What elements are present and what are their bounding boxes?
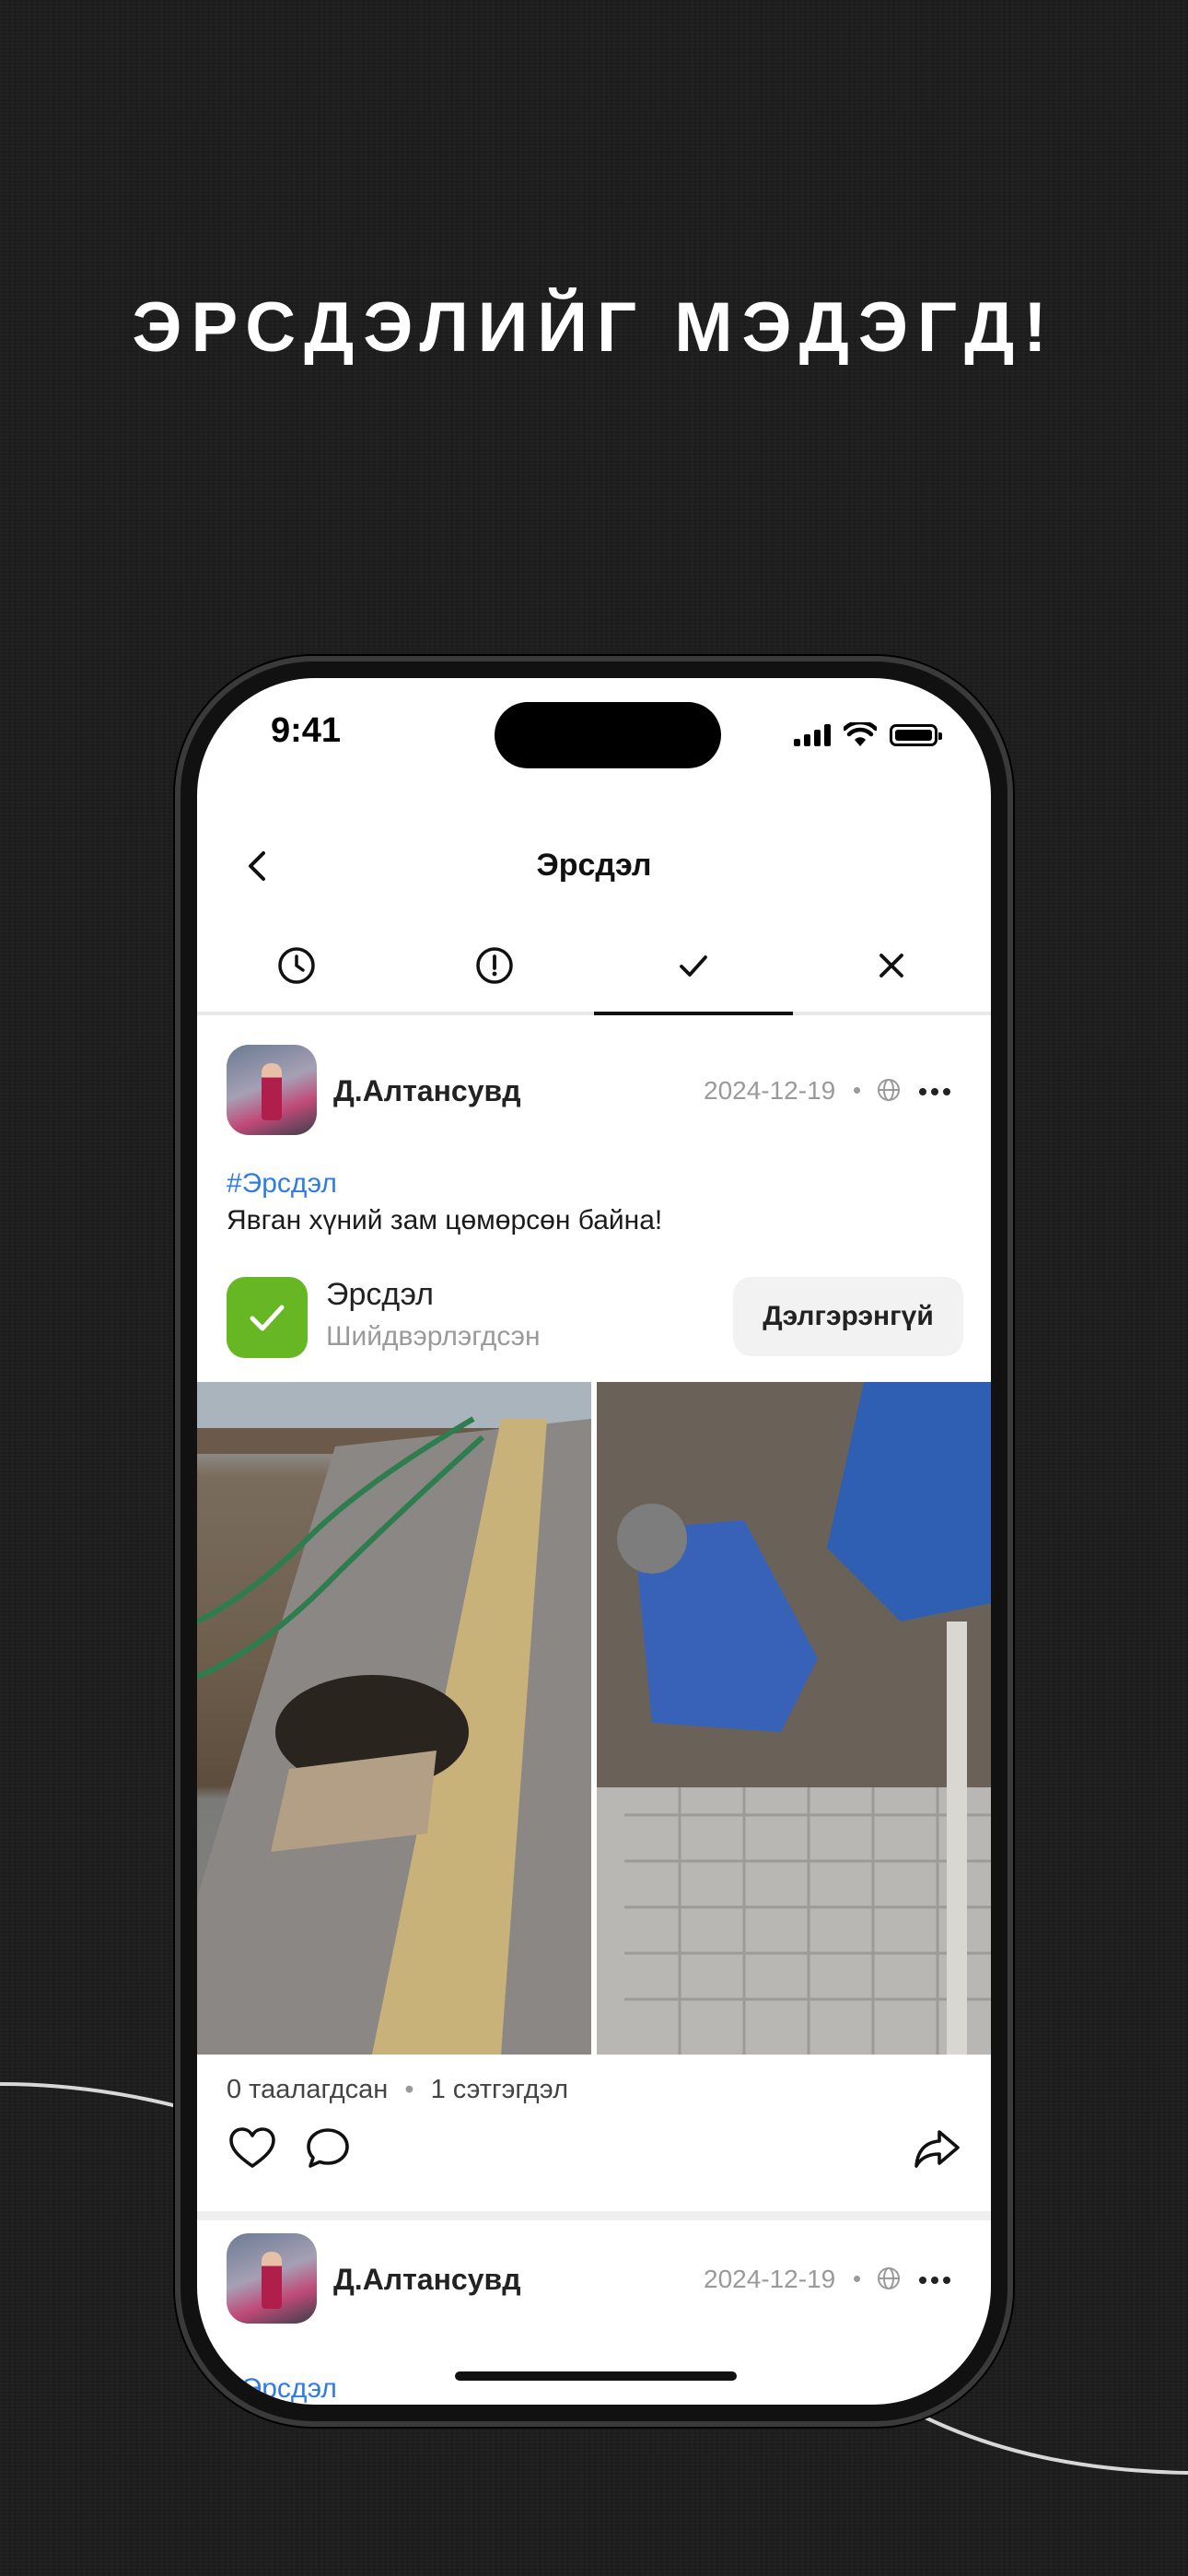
home-indicator (455, 2371, 737, 2381)
status-subtitle: Шийдвэрлэгдсэн (326, 1321, 541, 1352)
status-title: Эрсдэл (326, 1277, 435, 1312)
close-icon (879, 954, 904, 978)
check-icon (679, 955, 707, 977)
username[interactable]: Д.Алтансувд (333, 1074, 521, 1108)
headline: ЭРСДЭЛИЙГ МЭДЭГД! (132, 288, 1056, 367)
repair-illustration (597, 1382, 991, 2055)
battery-icon (890, 724, 942, 746)
date-separator: • (853, 1076, 862, 1104)
status-card: Эрсдэл Шийдвэрлэгдсэн Дэлгэрэнгүй (227, 1273, 963, 1362)
photo-repair-work[interactable] (597, 1382, 991, 2055)
stats-separator: • (404, 2075, 414, 2104)
avatar[interactable] (227, 1045, 317, 1135)
more-options-icon[interactable] (919, 2277, 950, 2284)
date-separator: • (853, 2265, 862, 2292)
hashtag[interactable]: #Эрсдэл (227, 2373, 337, 2405)
hashtag[interactable]: #Эрсдэл (227, 1168, 337, 1200)
comments-count[interactable]: 1 сэтгэгдэл (431, 2075, 568, 2104)
status-time: 9:41 (271, 711, 342, 750)
status-tabs (197, 919, 991, 1015)
tab-resolved[interactable] (594, 919, 793, 1015)
post-stats: 0 таалагдсан • 1 сэтгэгдэл (227, 2075, 568, 2105)
tab-reported[interactable] (396, 919, 595, 1012)
tab-rejected[interactable] (793, 919, 992, 1012)
check-icon (250, 1305, 285, 1331)
globe-icon (878, 1079, 900, 1101)
wifi-icon (844, 722, 877, 746)
username[interactable]: Д.Алтансувд (333, 2263, 521, 2297)
status-icons (794, 722, 942, 748)
post-date: 2024-12-19 (704, 2265, 836, 2293)
photo-damaged-sidewalk[interactable] (197, 1382, 591, 2055)
photo-gallery (197, 1382, 991, 2055)
post-text: Явган хүний зам цөмөрсөн байна! (227, 1205, 663, 1235)
signal-icon (794, 724, 831, 746)
post-actions (227, 2123, 963, 2182)
globe-icon (878, 2267, 900, 2289)
page-title: Эрсдэл (536, 848, 652, 883)
clock-icon (278, 947, 315, 984)
tab-pending[interactable] (197, 919, 396, 1012)
avatar[interactable] (227, 2233, 317, 2324)
details-button[interactable]: Дэлгэрэнгүй (733, 1277, 963, 1356)
phone-frame: 9:41 Эрсдэл Д.Алтансувд 2024-12-19 • #Эр… (175, 656, 1013, 2427)
post-divider (197, 2211, 991, 2220)
resolved-badge (227, 1277, 308, 1358)
heart-icon[interactable] (227, 2123, 278, 2174)
dynamic-island (495, 702, 721, 768)
post-date: 2024-12-19 (704, 1076, 836, 1105)
alert-circle-icon (476, 947, 513, 984)
comment-icon[interactable] (302, 2123, 354, 2174)
share-icon[interactable] (912, 2123, 963, 2174)
likes-count[interactable]: 0 таалагдсан (227, 2075, 388, 2104)
phone-screen: 9:41 Эрсдэл Д.Алтансувд 2024-12-19 • #Эр… (197, 678, 991, 2405)
sidewalk-illustration (197, 1382, 591, 2055)
more-options-icon[interactable] (919, 1088, 950, 1095)
navigation-bar: Эрсдэл (197, 816, 991, 918)
